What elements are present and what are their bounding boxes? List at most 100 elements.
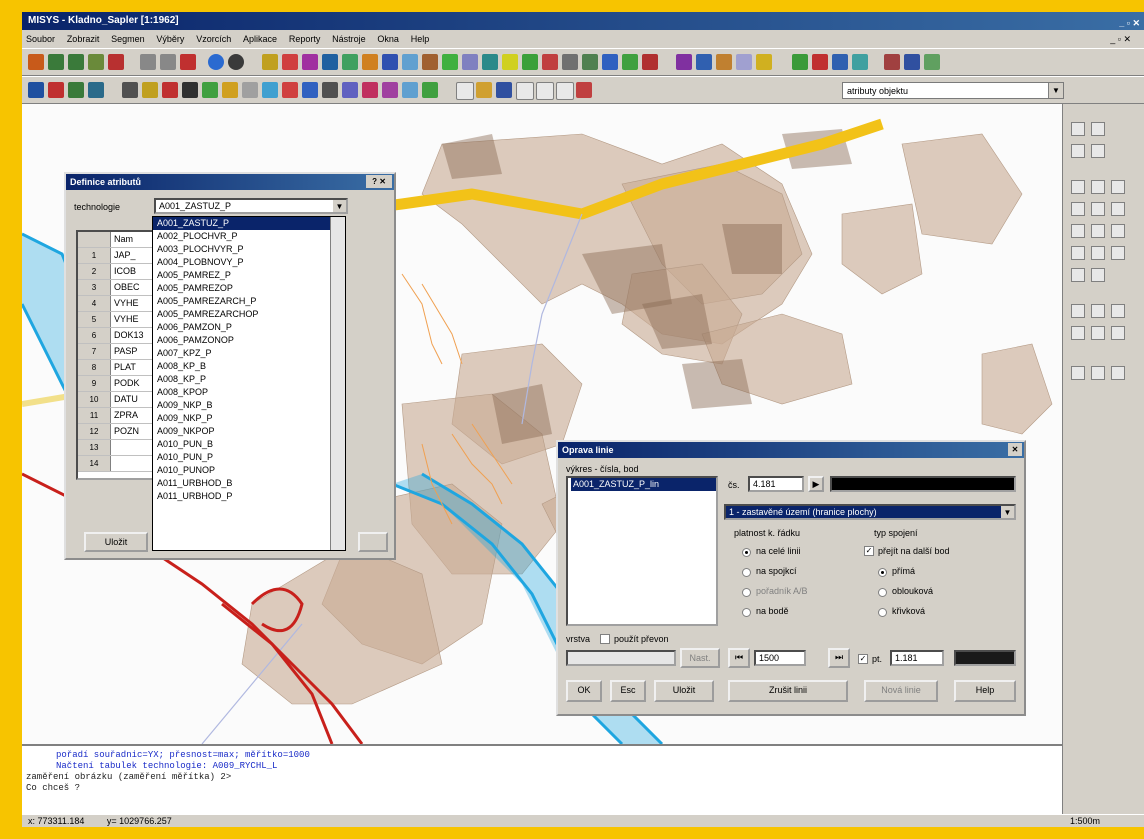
radio-straight[interactable]: [878, 568, 887, 577]
cursor-icon[interactable]: [122, 82, 138, 98]
circle-icon[interactable]: [228, 54, 244, 70]
pt-color-swatch[interactable]: [954, 650, 1016, 666]
col-2-icon[interactable]: [1091, 224, 1105, 238]
list-item[interactable]: A009_NKP_B: [153, 399, 345, 412]
pt-checkbox[interactable]: ✓: [858, 654, 868, 664]
list-item[interactable]: A005_PAMREZOP: [153, 282, 345, 295]
merge-icon[interactable]: [1071, 246, 1085, 260]
merge-2-icon[interactable]: [1091, 246, 1105, 260]
menu-soubor[interactable]: Soubor: [26, 34, 55, 44]
menu-zobrazit[interactable]: Zobrazit: [67, 34, 100, 44]
pan-icon[interactable]: [88, 54, 104, 70]
ok-button[interactable]: OK: [566, 680, 602, 702]
list-item[interactable]: A010_PUN_P: [153, 451, 345, 464]
play-icon[interactable]: ▶: [808, 476, 824, 492]
row-icon[interactable]: [1071, 202, 1085, 216]
radio-arc[interactable]: [878, 588, 887, 597]
list-item[interactable]: A011_URBHOD_P: [153, 490, 345, 503]
command-console[interactable]: pořadí souřadnic=YX; přesnost=max; měřít…: [22, 744, 1062, 814]
tool-25-icon[interactable]: [756, 54, 772, 70]
technology-combo[interactable]: A001_ZASTUZ_P ▼: [154, 198, 348, 214]
tool-18-icon[interactable]: [602, 54, 618, 70]
tool-7-icon[interactable]: [382, 54, 398, 70]
new-icon[interactable]: [456, 82, 474, 100]
col-icon[interactable]: [1071, 224, 1085, 238]
merge-3-icon[interactable]: [1111, 246, 1125, 260]
list-item[interactable]: A001_ZASTUZ_P: [153, 217, 345, 230]
area-icon[interactable]: [1111, 366, 1125, 380]
polygon-icon[interactable]: [382, 82, 398, 98]
tool-8-icon[interactable]: [402, 54, 418, 70]
select-icon[interactable]: [28, 82, 44, 98]
tool-17-icon[interactable]: [582, 54, 598, 70]
split-cell-2-icon[interactable]: [1091, 268, 1105, 282]
list-item[interactable]: A011_URBHOD_B: [153, 477, 345, 490]
tool-a-icon[interactable]: [1071, 144, 1085, 158]
node-icon[interactable]: [282, 82, 298, 98]
split-cell-icon[interactable]: [1071, 268, 1085, 282]
layer3-icon[interactable]: [180, 54, 196, 70]
number-field[interactable]: 4.181: [748, 476, 804, 492]
extra-button[interactable]: [358, 532, 388, 552]
arrow-right-icon[interactable]: [302, 82, 318, 98]
menu-reporty[interactable]: Reporty: [289, 34, 321, 44]
radio-whole-line[interactable]: [742, 548, 751, 557]
angle-icon[interactable]: [1091, 366, 1105, 380]
edit-icon[interactable]: [422, 82, 438, 98]
rotate-2-icon[interactable]: [1111, 326, 1125, 340]
close-button[interactable]: ✕: [1008, 443, 1022, 456]
tool-6-icon[interactable]: [362, 54, 378, 70]
list-item[interactable]: A005_PAMREZARCH_P: [153, 295, 345, 308]
menu-okna[interactable]: Okna: [377, 34, 399, 44]
list-item[interactable]: A007_KPZ_P: [153, 347, 345, 360]
list-item[interactable]: A005_PAMREZ_P: [153, 269, 345, 282]
tool-28-icon[interactable]: [832, 54, 848, 70]
list-item[interactable]: A003_PLOCHVYR_P: [153, 243, 345, 256]
row-2-icon[interactable]: [1091, 202, 1105, 216]
tool-13-icon[interactable]: [502, 54, 518, 70]
insert-2-icon[interactable]: [1091, 180, 1105, 194]
esc-button[interactable]: Esc: [610, 680, 646, 702]
list-item[interactable]: A008_KP_B: [153, 360, 345, 373]
tool-27-icon[interactable]: [812, 54, 828, 70]
menu-vzorcich[interactable]: Vzorcích: [196, 34, 231, 44]
list-item[interactable]: A002_PLOCHVR_P: [153, 230, 345, 243]
dropdown-scrollbar[interactable]: [330, 217, 345, 550]
zoom-window-icon[interactable]: [48, 82, 64, 98]
pt-field[interactable]: 1.181: [890, 650, 944, 666]
insert-3-icon[interactable]: [1111, 180, 1125, 194]
save-button[interactable]: Uložit: [84, 532, 148, 552]
tool-1-icon[interactable]: [262, 54, 278, 70]
insert-icon[interactable]: [1071, 180, 1085, 194]
tool-29-icon[interactable]: [852, 54, 868, 70]
technology-dropdown-list[interactable]: A001_ZASTUZ_P A002_PLOCHVR_P A003_PLOCHV…: [152, 216, 346, 551]
list-item[interactable]: A009_NKP_P: [153, 412, 345, 425]
radio-point[interactable]: [742, 608, 751, 617]
polyline-icon[interactable]: [222, 82, 238, 98]
tool-5-icon[interactable]: [342, 54, 358, 70]
list-item[interactable]: A009_NKPOP: [153, 425, 345, 438]
split-icon[interactable]: [342, 82, 358, 98]
list-item[interactable]: A006_PAMZON_P: [153, 321, 345, 334]
row-3-icon[interactable]: [1111, 202, 1125, 216]
list-item[interactable]: A008_KPOP: [153, 386, 345, 399]
open-folder-icon[interactable]: [476, 82, 492, 98]
first-icon[interactable]: ⏮: [728, 648, 750, 668]
help-button[interactable]: Help: [954, 680, 1016, 702]
radio-order[interactable]: [742, 588, 751, 597]
new-line-button[interactable]: Nová linie: [864, 680, 938, 702]
tool-22-icon[interactable]: [696, 54, 712, 70]
list-item[interactable]: A008_KP_P: [153, 373, 345, 386]
tool-11-icon[interactable]: [462, 54, 478, 70]
text-icon[interactable]: [182, 82, 198, 98]
tool-3-icon[interactable]: [302, 54, 318, 70]
tool-12-icon[interactable]: [482, 54, 498, 70]
redo-icon[interactable]: [1091, 122, 1105, 136]
zoom-in-icon[interactable]: [48, 54, 64, 70]
tool-10-icon[interactable]: [442, 54, 458, 70]
open-icon[interactable]: [28, 54, 44, 70]
list-item[interactable]: A004_PLOBNOVY_P: [153, 256, 345, 269]
point-icon[interactable]: [202, 82, 218, 98]
tool-19-icon[interactable]: [622, 54, 638, 70]
tool-32-icon[interactable]: [924, 54, 940, 70]
